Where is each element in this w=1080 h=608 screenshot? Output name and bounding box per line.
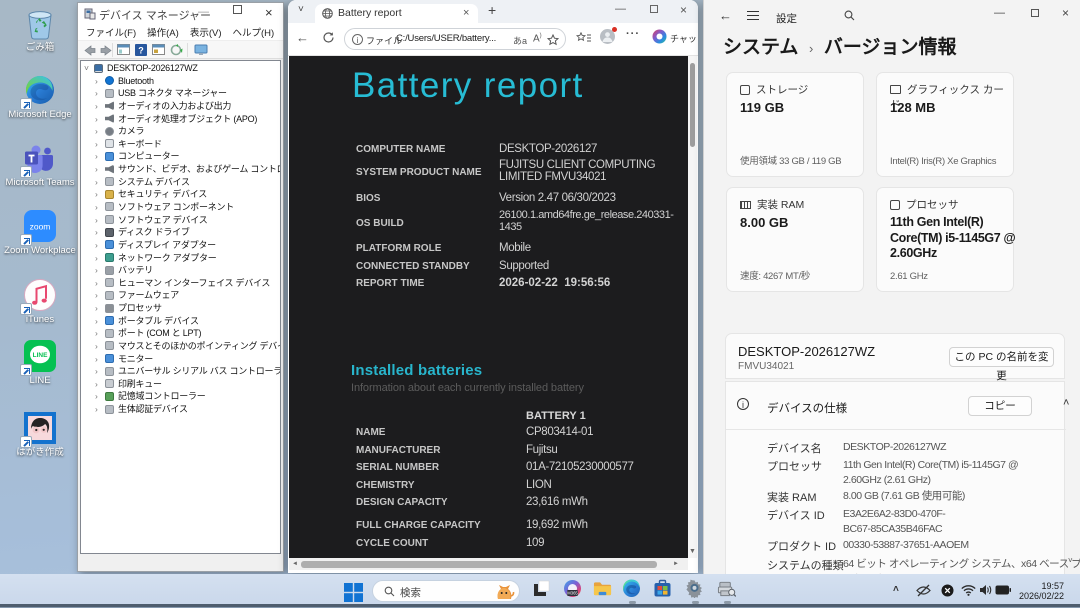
svg-text:LINE: LINE bbox=[33, 352, 48, 359]
svg-text:M365: M365 bbox=[567, 591, 578, 596]
svg-text:zoom: zoom bbox=[30, 222, 51, 232]
svg-text:?: ? bbox=[138, 46, 144, 56]
